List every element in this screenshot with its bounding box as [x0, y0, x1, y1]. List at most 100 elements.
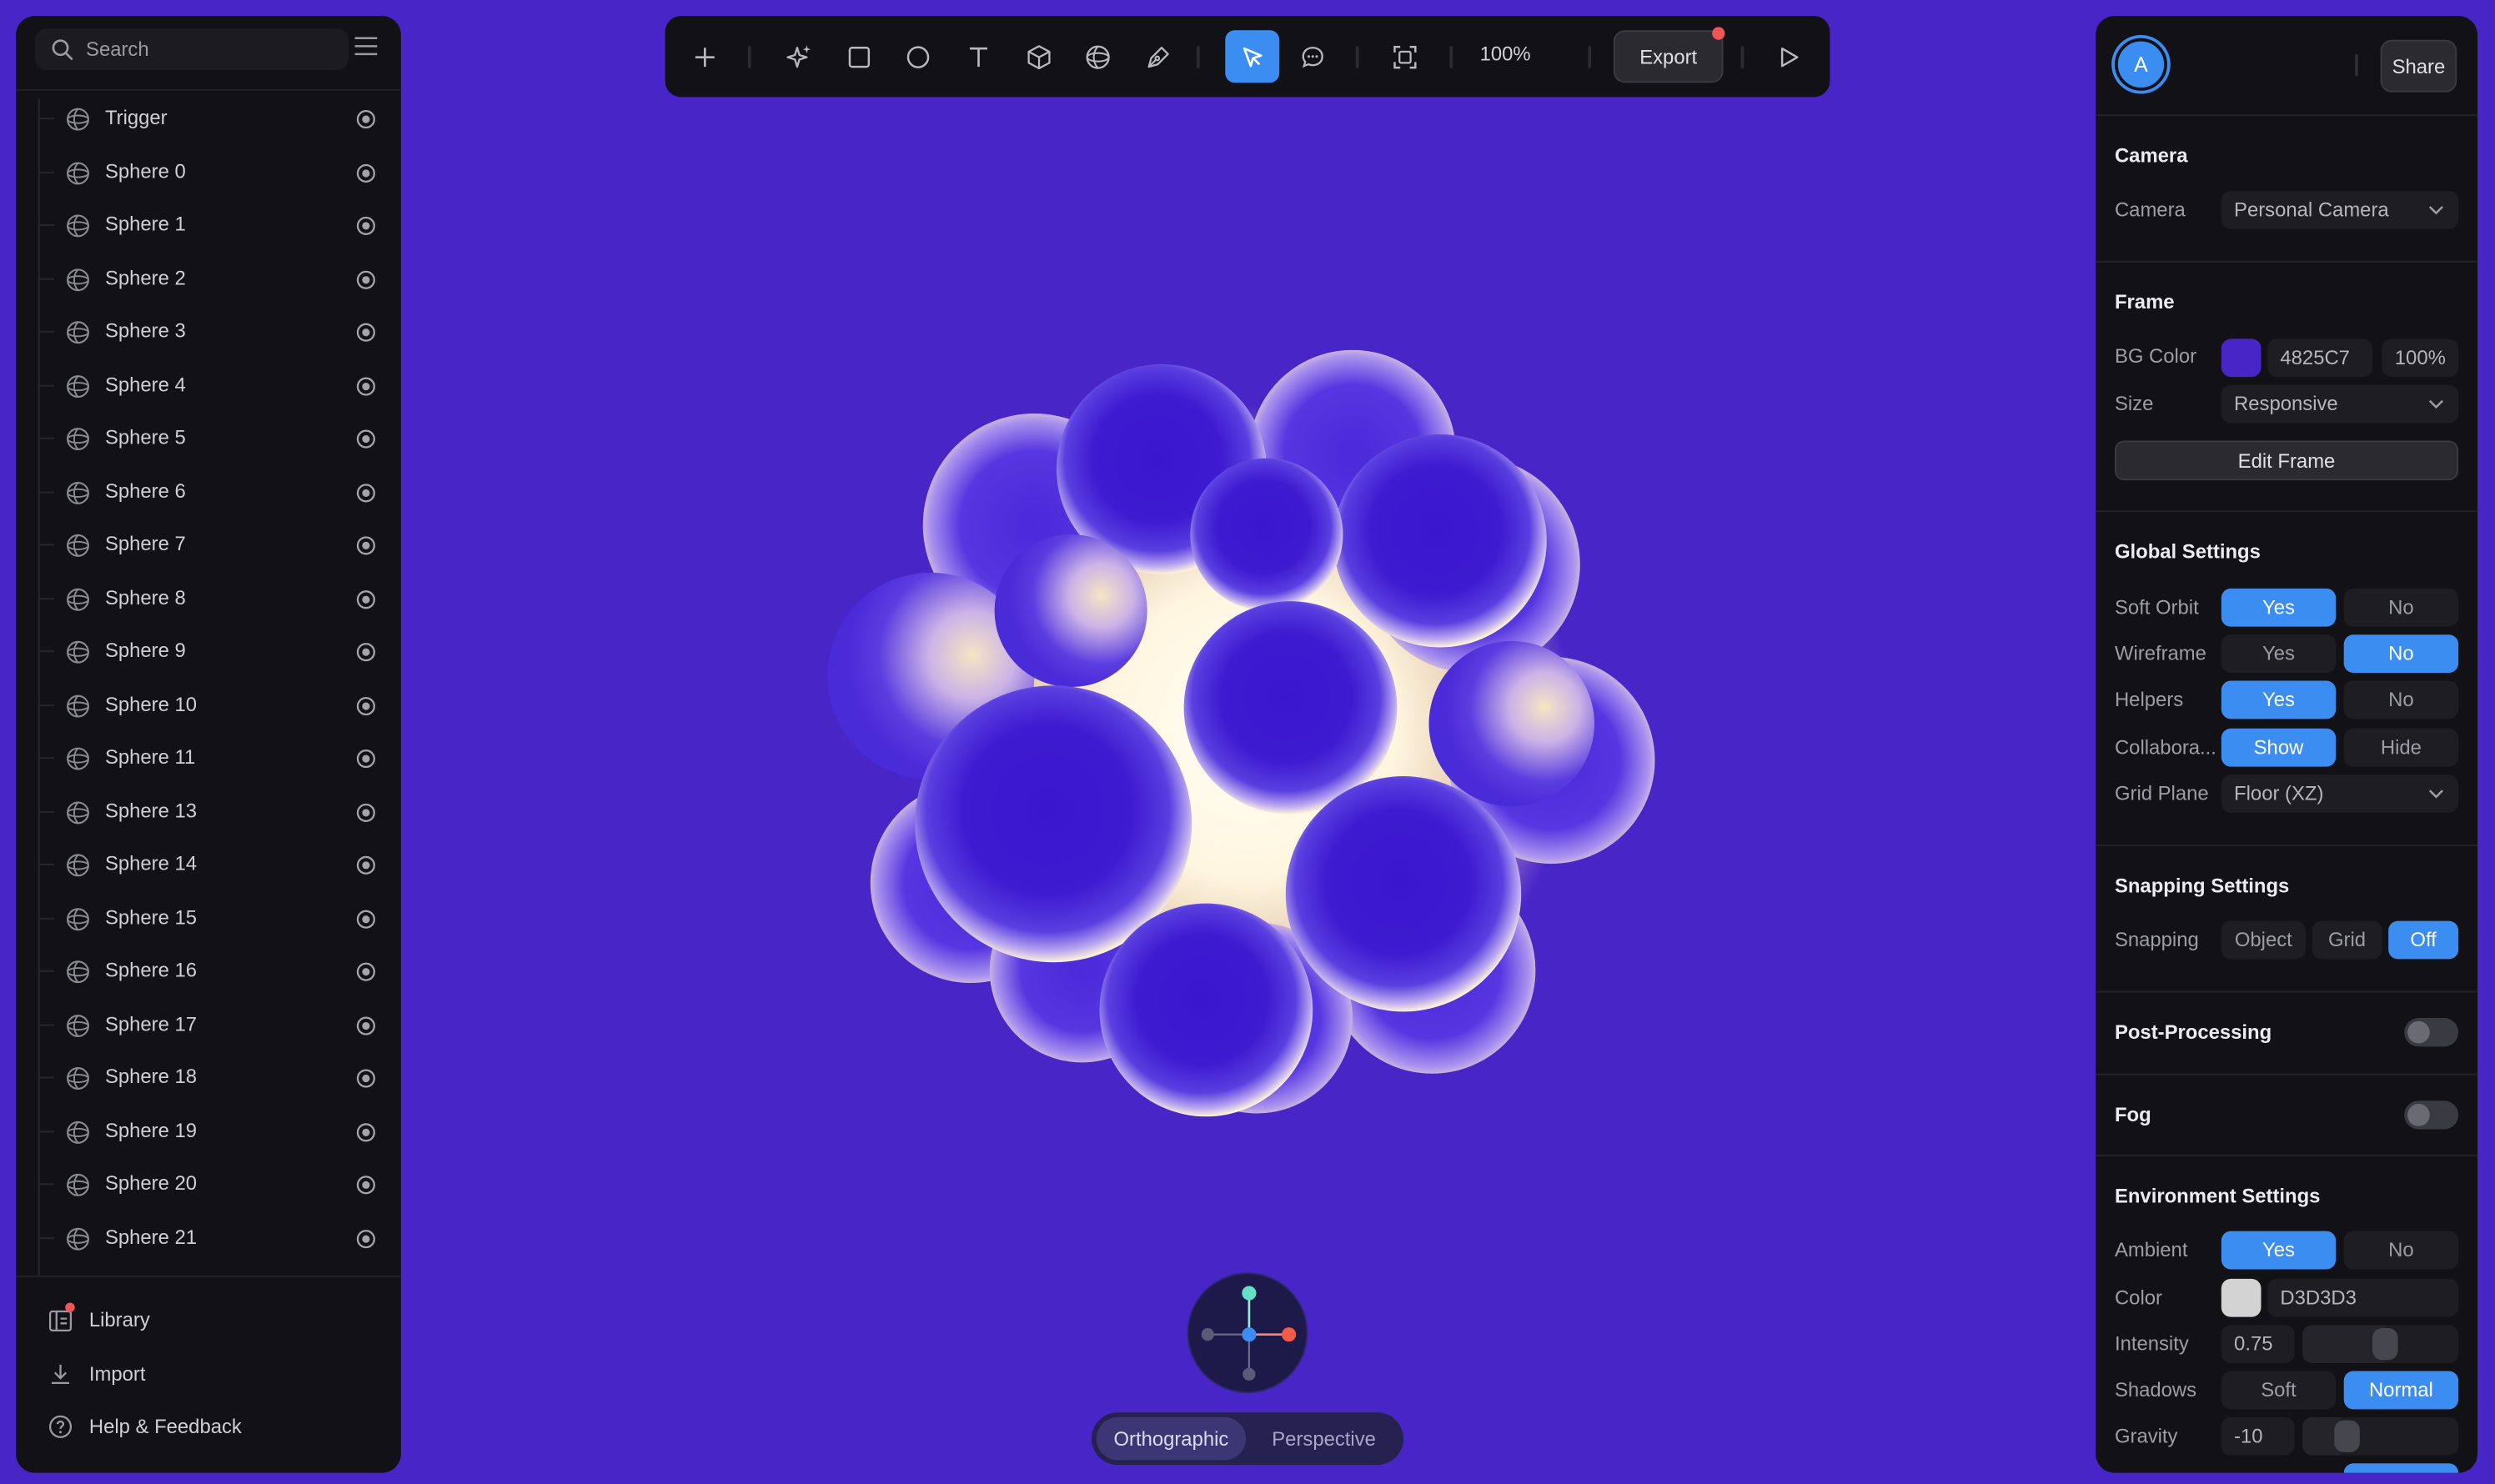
play-button[interactable] [1768, 37, 1810, 78]
intensity-slider[interactable] [2302, 1325, 2459, 1364]
library-link[interactable]: Library [48, 1302, 150, 1336]
camera-select[interactable]: Personal Camera [2221, 190, 2459, 229]
import-link[interactable]: Import [48, 1358, 145, 1390]
sphere-tool-button[interactable] [1077, 37, 1119, 78]
helpers-yes[interactable]: Yes [2221, 680, 2337, 719]
visibility-icon[interactable] [355, 694, 378, 717]
visibility-icon[interactable] [355, 748, 378, 770]
perspective-option[interactable]: Perspective [1251, 1417, 1398, 1461]
sphere-cluster-scene[interactable] [811, 349, 1670, 1130]
visibility-icon[interactable] [355, 960, 378, 983]
ai-tool-button[interactable] [778, 37, 820, 78]
bg-opacity-field[interactable]: 100% [2382, 338, 2459, 378]
visibility-icon[interactable] [355, 907, 378, 930]
grid-plane-select[interactable]: Floor (XZ) [2221, 775, 2459, 813]
sphere-mesh[interactable] [1285, 776, 1522, 1012]
fog-toggle[interactable] [2404, 1100, 2459, 1130]
shadows-soft[interactable]: Soft [2221, 1371, 2337, 1410]
wireframe-no[interactable]: No [2343, 634, 2459, 674]
share-button[interactable]: Share [2380, 39, 2457, 93]
soft-orbit-no[interactable]: No [2343, 588, 2459, 627]
ellipse-tool-button[interactable] [897, 37, 939, 78]
visibility-icon[interactable] [355, 481, 378, 504]
layer-item[interactable]: Sphere 4 [16, 358, 401, 412]
post-processing-toggle[interactable] [2404, 1018, 2459, 1047]
frame-tool-button[interactable] [1384, 37, 1426, 78]
intensity-field[interactable]: 0.75 [2221, 1325, 2295, 1364]
visibility-icon[interactable] [355, 641, 378, 664]
visibility-icon[interactable] [355, 855, 378, 877]
layer-item[interactable]: Sphere 19 [16, 1105, 401, 1158]
layer-item[interactable]: Sphere 13 [16, 785, 401, 839]
visibility-icon[interactable] [355, 1174, 378, 1196]
sphere-mesh[interactable] [1333, 434, 1547, 648]
visibility-icon[interactable] [355, 1227, 378, 1250]
pen-tool-button[interactable] [1137, 37, 1179, 78]
next-row-toggle-partial[interactable] [2343, 1463, 2459, 1473]
cube-tool-button[interactable] [1018, 37, 1060, 78]
visibility-icon[interactable] [355, 534, 378, 557]
ambient-color-hex-field[interactable]: D3D3D3 [2267, 1278, 2459, 1317]
sphere-mesh[interactable] [1428, 640, 1594, 807]
visibility-icon[interactable] [355, 321, 378, 343]
gravity-slider[interactable] [2302, 1416, 2459, 1456]
layer-item[interactable]: Sphere 6 [16, 465, 401, 519]
layer-item[interactable]: Sphere 14 [16, 838, 401, 891]
slider-thumb[interactable] [2334, 1420, 2360, 1452]
help-link[interactable]: Help & Feedback [48, 1411, 242, 1442]
layer-item[interactable]: Sphere 5 [16, 412, 401, 465]
add-button[interactable] [685, 37, 726, 78]
collaboration-hide[interactable]: Hide [2343, 728, 2459, 767]
sphere-mesh[interactable] [1183, 601, 1398, 815]
axis-gizmo[interactable] [1187, 1272, 1308, 1394]
search-box[interactable] [34, 28, 349, 70]
layer-item[interactable]: Sphere 18 [16, 1051, 401, 1105]
layer-item[interactable]: Sphere 16 [16, 945, 401, 998]
visibility-icon[interactable] [355, 268, 378, 290]
export-button[interactable]: Export [1613, 30, 1724, 83]
slider-thumb[interactable] [2372, 1328, 2398, 1361]
text-tool-button[interactable] [958, 37, 1000, 78]
visibility-icon[interactable] [355, 588, 378, 610]
layer-item[interactable]: Sphere 21 [16, 1211, 401, 1265]
helpers-no[interactable]: No [2343, 680, 2459, 719]
visibility-icon[interactable] [355, 801, 378, 824]
layer-item[interactable]: Sphere 9 [16, 625, 401, 679]
layer-item[interactable]: Sphere 11 [16, 732, 401, 785]
size-select[interactable]: Responsive [2221, 384, 2459, 424]
layer-item[interactable]: Sphere 17 [16, 998, 401, 1051]
visibility-icon[interactable] [355, 1067, 378, 1090]
snapping-object[interactable]: Object [2221, 920, 2306, 960]
visibility-icon[interactable] [355, 162, 378, 184]
layer-item[interactable]: Sphere 15 [16, 891, 401, 945]
orthographic-option[interactable]: Orthographic [1096, 1416, 1247, 1461]
menu-button[interactable] [354, 35, 382, 61]
edit-frame-button[interactable]: Edit Frame [2114, 440, 2459, 481]
comment-tool-button[interactable] [1292, 37, 1333, 78]
select-tool-button[interactable] [1225, 30, 1280, 83]
layer-item[interactable]: Sphere 0 [16, 146, 401, 199]
layer-item[interactable]: Sphere 20 [16, 1158, 401, 1211]
bg-color-hex-field[interactable]: 4825C7 [2267, 338, 2373, 378]
layer-item[interactable]: Sphere 10 [16, 679, 401, 732]
visibility-icon[interactable] [355, 428, 378, 450]
layer-item[interactable]: Sphere 3 [16, 305, 401, 358]
rectangle-tool-button[interactable] [839, 37, 881, 78]
sphere-mesh[interactable] [994, 534, 1147, 688]
shadows-normal[interactable]: Normal [2343, 1371, 2459, 1410]
bg-color-swatch[interactable] [2221, 338, 2262, 378]
search-input[interactable] [86, 38, 309, 61]
collaboration-show[interactable]: Show [2221, 728, 2337, 767]
avatar[interactable]: A [2114, 38, 2167, 91]
gravity-field[interactable]: -10 [2221, 1416, 2295, 1456]
ambient-color-swatch[interactable] [2221, 1278, 2262, 1317]
layer-item[interactable]: Sphere 8 [16, 572, 401, 625]
wireframe-yes[interactable]: Yes [2221, 634, 2337, 674]
soft-orbit-yes[interactable]: Yes [2221, 588, 2337, 627]
visibility-icon[interactable] [355, 1121, 378, 1143]
sphere-mesh[interactable] [1190, 458, 1343, 611]
ambient-no[interactable]: No [2343, 1231, 2459, 1270]
layer-item[interactable]: Trigger [16, 93, 401, 146]
snapping-grid[interactable]: Grid [2312, 920, 2382, 960]
snapping-off[interactable]: Off [2388, 920, 2459, 960]
